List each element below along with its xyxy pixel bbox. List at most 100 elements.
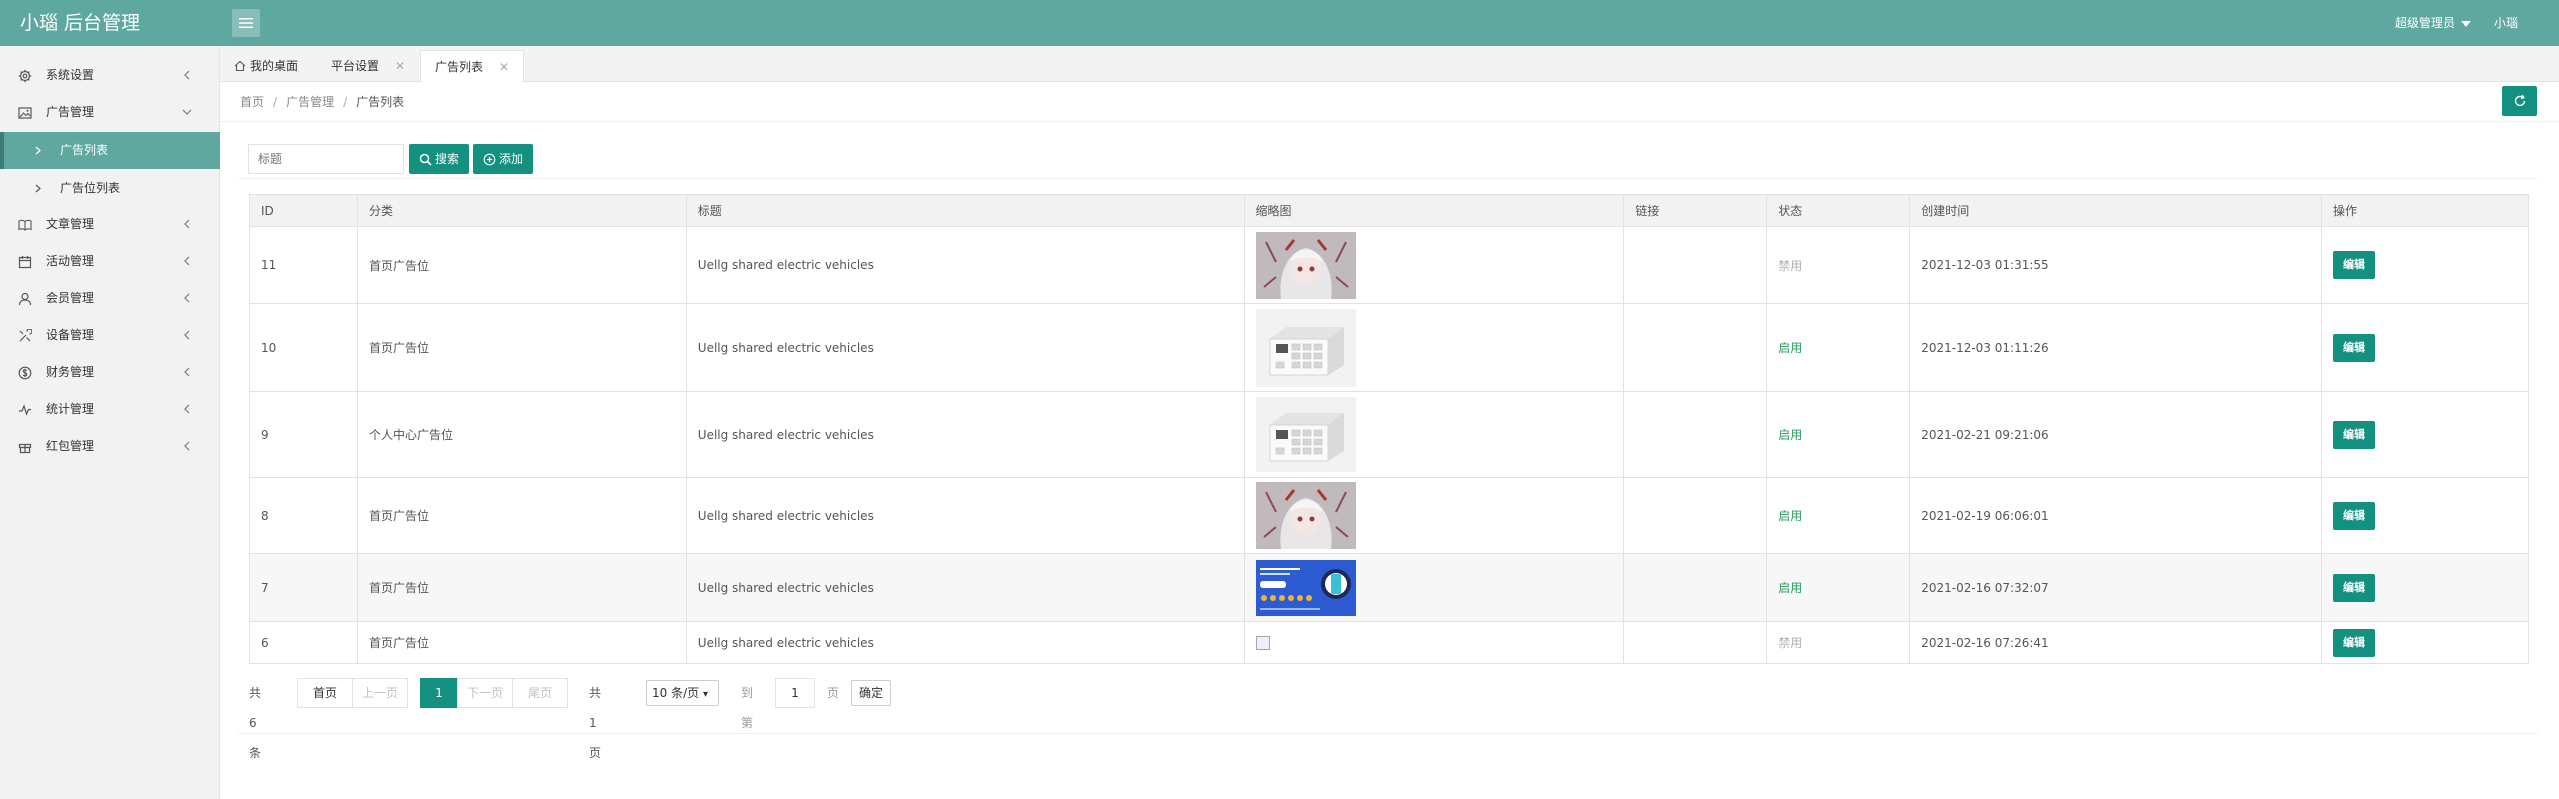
- column-header-title: 标题: [685, 194, 1245, 227]
- sidebar-item-device-management[interactable]: 设备管理: [0, 317, 220, 354]
- breadcrumb-ad-management[interactable]: 广告管理: [286, 95, 334, 109]
- goto-confirm-button[interactable]: 确定: [851, 680, 891, 706]
- cell-created-time: 2021-12-03 01:31:55: [1909, 226, 2323, 304]
- sidebar-subitem-ad-list[interactable]: 广告列表: [0, 132, 220, 169]
- app: 小瑙 后台管理 超级管理员 小瑙 系统设置 广告管理 广告列表 广告位列表 文章…: [0, 0, 2559, 799]
- goto-page-input[interactable]: 1: [775, 678, 815, 708]
- sidebar-item-system-settings[interactable]: 系统设置: [0, 57, 220, 94]
- search-button-label: 搜索: [435, 152, 460, 166]
- sidebar-item-label: 财务管理: [46, 365, 95, 379]
- breadcrumb: 首页 / 广告管理 / 广告列表: [240, 95, 405, 109]
- prev-page-button[interactable]: 上一页: [352, 678, 408, 708]
- sidebar-subitem-label: 广告列表: [60, 143, 109, 157]
- sidebar-item-label: 会员管理: [46, 291, 95, 305]
- cell-actions: 编辑: [2321, 391, 2529, 478]
- sidebar-item-article-management[interactable]: 文章管理: [0, 206, 220, 243]
- column-header-thumbnail: 缩略图: [1243, 194, 1625, 227]
- caret-down-icon: [2461, 20, 2472, 27]
- table-row: 8 首页广告位 Uellg shared electric vehicles 启…: [249, 477, 2529, 554]
- home-icon: [234, 60, 246, 72]
- sidebar-item-red-packet-management[interactable]: 红包管理: [0, 428, 220, 465]
- chevron-left-icon: [184, 256, 190, 266]
- image-icon: [18, 107, 32, 119]
- cell-status: 禁用: [1766, 621, 1911, 664]
- cell-actions: 编辑: [2321, 303, 2529, 392]
- tab-label: 平台设置: [331, 59, 380, 73]
- table-row: 6 首页广告位 Uellg shared electric vehicles 禁…: [249, 621, 2529, 664]
- tools-icon: [19, 329, 32, 342]
- edit-button[interactable]: 编辑: [2333, 501, 2376, 530]
- table-row: 7 首页广告位 Uellg shared electric vehicles 启…: [249, 553, 2529, 622]
- cell-actions: 编辑: [2321, 553, 2529, 622]
- cell-title: Uellg shared electric vehicles: [685, 477, 1245, 554]
- user-name-link[interactable]: 小瑙: [2494, 0, 2518, 46]
- cell-link: [1623, 226, 1768, 304]
- column-header-link: 链接: [1623, 194, 1768, 227]
- sidebar-item-statistics-management[interactable]: 统计管理: [0, 391, 220, 428]
- tab-platform-settings[interactable]: 平台设置 ✕: [317, 50, 419, 82]
- page-1-button[interactable]: 1: [420, 678, 458, 708]
- tab-my-desktop[interactable]: 我的桌面: [220, 50, 312, 82]
- chart-icon: [19, 404, 31, 416]
- cell-category: 首页广告位: [356, 303, 687, 392]
- anime-girl-image: [1255, 231, 1356, 299]
- cell-created-time: 2021-02-16 07:32:07: [1909, 553, 2323, 622]
- sidebar-subitem-ad-slot-list[interactable]: 广告位列表: [0, 170, 220, 207]
- sidebar-item-ad-management[interactable]: 广告管理: [0, 94, 220, 131]
- breadcrumb-home[interactable]: 首页: [240, 95, 264, 109]
- edit-button[interactable]: 编辑: [2333, 333, 2376, 362]
- sidebar-item-label: 设备管理: [46, 328, 95, 342]
- next-page-button[interactable]: 下一页: [457, 678, 513, 708]
- cell-status: 启用: [1766, 477, 1911, 554]
- cell-thumbnail: [1243, 391, 1625, 478]
- sidebar-item-member-management[interactable]: 会员管理: [0, 280, 220, 317]
- broken-image-icon: [1255, 635, 1270, 650]
- cell-category: 首页广告位: [356, 477, 687, 554]
- sidebar-item-finance-management[interactable]: 财务管理: [0, 354, 220, 391]
- cell-link: [1623, 621, 1768, 664]
- cell-category: 首页广告位: [356, 621, 687, 664]
- chevron-left-icon: [184, 70, 190, 80]
- close-icon[interactable]: ✕: [395, 59, 405, 73]
- chevron-down-icon: [182, 109, 192, 115]
- refresh-button[interactable]: [2502, 86, 2537, 116]
- sidebar-item-label: 活动管理: [46, 254, 95, 268]
- user-icon: [18, 292, 32, 306]
- blue-banner-image: [1255, 559, 1356, 616]
- cell-created-time: 2021-02-16 07:26:41: [1909, 621, 2323, 664]
- charging-cabinet-image: [1255, 308, 1356, 387]
- edit-button[interactable]: 编辑: [2333, 251, 2376, 279]
- first-page-button[interactable]: 首页: [297, 678, 353, 708]
- anime-girl-image: [1255, 482, 1356, 549]
- sidebar-item-label: 系统设置: [46, 68, 95, 82]
- edit-button[interactable]: 编辑: [2333, 420, 2376, 449]
- cell-title: Uellg shared electric vehicles: [685, 226, 1245, 304]
- close-icon[interactable]: ✕: [499, 60, 509, 74]
- page-size-select[interactable]: 10 条/页 ▾: [646, 680, 719, 706]
- cell-created-time: 2021-12-03 01:11:26: [1909, 303, 2323, 392]
- menu-toggle-button[interactable]: [232, 9, 260, 37]
- edit-button[interactable]: 编辑: [2333, 573, 2376, 602]
- charging-cabinet-image: [1255, 397, 1356, 472]
- total-pages: 共 1 页: [589, 686, 602, 760]
- sidebar-item-activity-management[interactable]: 活动管理: [0, 243, 220, 280]
- chevron-left-icon: [184, 404, 190, 414]
- cell-title: Uellg shared electric vehicles: [685, 553, 1245, 622]
- breadcrumb-bar: 首页 / 广告管理 / 广告列表: [220, 82, 2559, 122]
- cell-thumbnail: [1243, 621, 1625, 664]
- chevron-left-icon: [184, 293, 190, 303]
- gear-icon: [18, 69, 32, 83]
- add-button[interactable]: 添加: [473, 144, 534, 174]
- cell-title: Uellg shared electric vehicles: [685, 303, 1245, 392]
- title-search-input[interactable]: [248, 144, 404, 174]
- cell-actions: 编辑: [2321, 226, 2529, 304]
- book-icon: [18, 219, 32, 231]
- add-button-label: 添加: [499, 152, 524, 166]
- tab-ad-list[interactable]: 广告列表 ✕: [420, 50, 525, 82]
- ad-table: ID 分类 标题 缩略图 链接 状态 创建时间 操作 11 首页广告位 Uell…: [249, 194, 2529, 664]
- edit-button[interactable]: 编辑: [2333, 628, 2376, 657]
- user-role-dropdown[interactable]: 超级管理员: [2395, 0, 2472, 46]
- chevron-right-icon: [35, 146, 41, 155]
- search-button[interactable]: 搜索: [409, 144, 470, 174]
- last-page-button[interactable]: 尾页: [512, 678, 568, 708]
